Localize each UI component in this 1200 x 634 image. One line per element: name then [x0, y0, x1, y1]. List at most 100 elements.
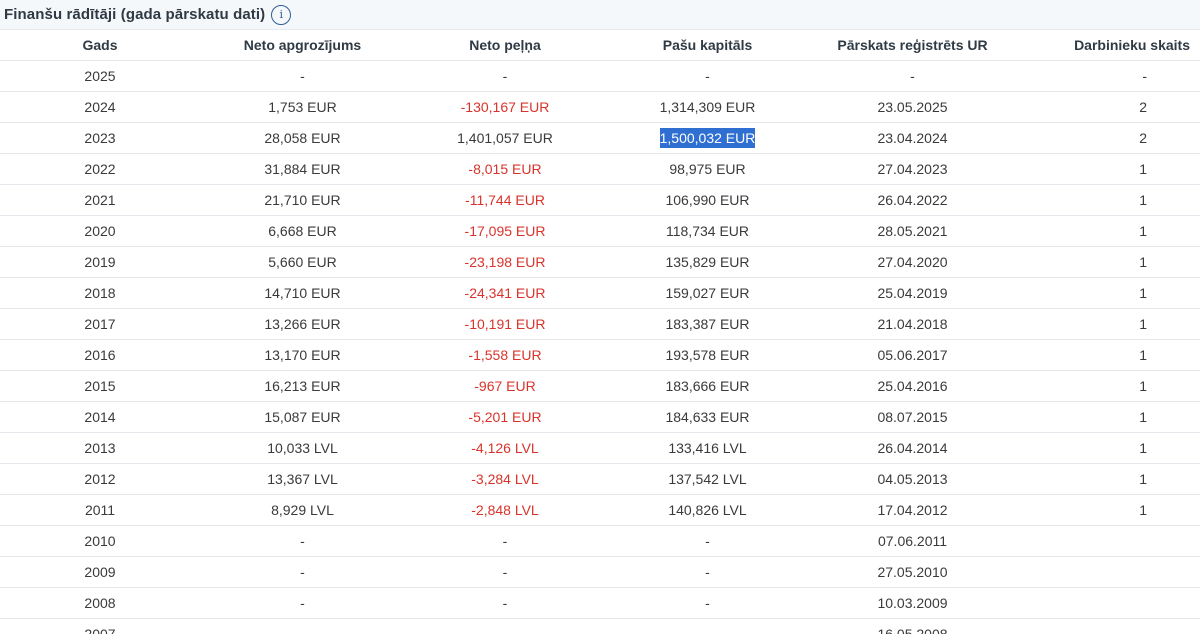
cell-revenue: - — [200, 587, 405, 619]
table-row: 2025- - - - - — [0, 60, 1200, 92]
column-header-year[interactable]: Gads — [0, 30, 200, 61]
cell-equity: 118,734 EUR — [605, 215, 810, 247]
cell-registered: 25.04.2016 — [810, 370, 1015, 402]
section-title: Finanšu rādītāji (gada pārskatu dati) — [4, 6, 266, 23]
cell-registered: 21.04.2018 — [810, 308, 1015, 340]
cell-revenue: 5,660 EUR — [200, 246, 405, 278]
table-row: 2020 6,668 EUR -17,095 EUR 118,734 EUR 28.05… — [0, 215, 1200, 247]
cell-employees: 2 — [1015, 91, 1200, 123]
cell-revenue: 28,058 EUR — [200, 122, 405, 154]
table-row: 2021 21,710 EUR -11,744 EUR 106,990 EUR 26.0… — [0, 184, 1200, 216]
cell-employees: 2 — [1015, 122, 1200, 154]
cell-equity: - — [605, 556, 810, 588]
cell-profit: - — [405, 556, 605, 588]
table-row: 2014 15,087 EUR -5,201 EUR 184,633 EUR 08.07… — [0, 401, 1200, 433]
info-icon[interactable]: i — [271, 4, 292, 25]
cell-year: 2016 — [0, 339, 200, 371]
cell-revenue: 15,087 EUR — [200, 401, 405, 433]
cell-year: 2019 — [0, 246, 200, 278]
cell-profit: - — [405, 60, 605, 92]
table-row: 2013 10,033 LVL -4,126 LVL 133,416 LVL 26.04… — [0, 432, 1200, 464]
cell-profit: -11,744 EUR — [405, 184, 605, 216]
cell-revenue: 1,753 EUR — [200, 91, 405, 123]
cell-employees — [1015, 587, 1200, 619]
cell-revenue: - — [200, 60, 405, 92]
cell-profit: -1,558 EUR — [405, 339, 605, 371]
cell-employees — [1015, 618, 1200, 634]
cell-revenue: - — [200, 618, 405, 634]
cell-year: 2020 — [0, 215, 200, 247]
cell-year: 2013 — [0, 432, 200, 464]
column-header-equity[interactable]: Pašu kapitāls — [605, 30, 810, 61]
cell-equity: 193,578 EUR — [605, 339, 810, 371]
column-header-registered[interactable]: Pārskats reģistrēts UR — [810, 30, 1015, 61]
table-row: 2010- - -07.06.2011 — [0, 525, 1200, 557]
cell-revenue: 14,710 EUR — [200, 277, 405, 309]
table-header-row: Gads Neto apgrozījums Neto peļņa Pašu ka… — [0, 30, 1200, 61]
cell-equity: 137,542 LVL — [605, 463, 810, 495]
cell-registered: 27.04.2023 — [810, 153, 1015, 185]
table-row: 2016 13,170 EUR -1,558 EUR 193,578 EUR 05.06… — [0, 339, 1200, 371]
cell-revenue: 13,367 LVL — [200, 463, 405, 495]
cell-year: 2010 — [0, 525, 200, 557]
cell-registered: 28.05.2021 — [810, 215, 1015, 247]
table-row: 2009- - -27.05.2010 — [0, 556, 1200, 588]
table-row: 2018 14,710 EUR -24,341 EUR 159,027 EUR 25.0… — [0, 277, 1200, 309]
table-row: 2008- - -10.03.2009 — [0, 587, 1200, 619]
table-row: 2019 5,660 EUR -23,198 EUR 135,829 EUR 27.04… — [0, 246, 1200, 278]
cell-registered: 23.04.2024 — [810, 122, 1015, 154]
cell-employees: 1 — [1015, 432, 1200, 464]
table-row: 2015 16,213 EUR -967 EUR 183,666 EUR 25.04.2… — [0, 370, 1200, 402]
cell-employees: 1 — [1015, 494, 1200, 526]
cell-equity: 140,826 LVL — [605, 494, 810, 526]
cell-revenue: 6,668 EUR — [200, 215, 405, 247]
table-row: 2022 31,884 EUR -8,015 EUR 98,975 EUR 27.04.… — [0, 153, 1200, 185]
cell-employees — [1015, 525, 1200, 557]
selected-text: 1,500,032 EUR — [659, 128, 756, 148]
cell-employees: 1 — [1015, 246, 1200, 278]
cell-revenue: 13,170 EUR — [200, 339, 405, 371]
cell-revenue: 16,213 EUR — [200, 370, 405, 402]
cell-profit: -2,848 LVL — [405, 494, 605, 526]
cell-equity: 1,314,309 EUR — [605, 91, 810, 123]
cell-registered: 26.04.2014 — [810, 432, 1015, 464]
cell-employees: 1 — [1015, 215, 1200, 247]
cell-equity: 159,027 EUR — [605, 277, 810, 309]
column-header-employees[interactable]: Darbinieku skaits — [1015, 30, 1200, 61]
cell-year: 2011 — [0, 494, 200, 526]
cell-revenue: 13,266 EUR — [200, 308, 405, 340]
cell-equity: - — [605, 618, 810, 634]
cell-employees — [1015, 556, 1200, 588]
cell-equity: 98,975 EUR — [605, 153, 810, 185]
cell-profit: - — [405, 525, 605, 557]
cell-registered: 26.04.2022 — [810, 184, 1015, 216]
cell-registered: 23.05.2025 — [810, 91, 1015, 123]
cell-revenue: 21,710 EUR — [200, 184, 405, 216]
cell-equity: - — [605, 525, 810, 557]
cell-employees: 1 — [1015, 308, 1200, 340]
cell-profit: -4,126 LVL — [405, 432, 605, 464]
cell-registered: 05.06.2017 — [810, 339, 1015, 371]
cell-registered: 10.03.2009 — [810, 587, 1015, 619]
cell-profit: -8,015 EUR — [405, 153, 605, 185]
column-header-revenue[interactable]: Neto apgrozījums — [200, 30, 405, 61]
cell-profit: - — [405, 618, 605, 634]
cell-equity: - — [605, 587, 810, 619]
cell-year: 2009 — [0, 556, 200, 588]
cell-employees: 1 — [1015, 184, 1200, 216]
cell-registered: 17.04.2012 — [810, 494, 1015, 526]
column-header-profit[interactable]: Neto peļņa — [405, 30, 605, 61]
cell-registered: 16.05.2008 — [810, 618, 1015, 634]
table-body: 2025- - - - -2024 1,753 EUR -130,167 EUR 1,314,… — [0, 60, 1200, 634]
cell-registered: 27.04.2020 — [810, 246, 1015, 278]
cell-year: 2017 — [0, 308, 200, 340]
cell-equity: - — [605, 60, 810, 92]
cell-revenue: 31,884 EUR — [200, 153, 405, 185]
cell-year: 2025 — [0, 60, 200, 92]
cell-profit: -5,201 EUR — [405, 401, 605, 433]
table-row: 2023 28,058 EUR 1,401,057 EUR 1,500,032 EUR… — [0, 122, 1200, 154]
cell-year: 2018 — [0, 277, 200, 309]
cell-year: 2007 — [0, 618, 200, 634]
cell-employees: 1 — [1015, 339, 1200, 371]
cell-employees: 1 — [1015, 153, 1200, 185]
